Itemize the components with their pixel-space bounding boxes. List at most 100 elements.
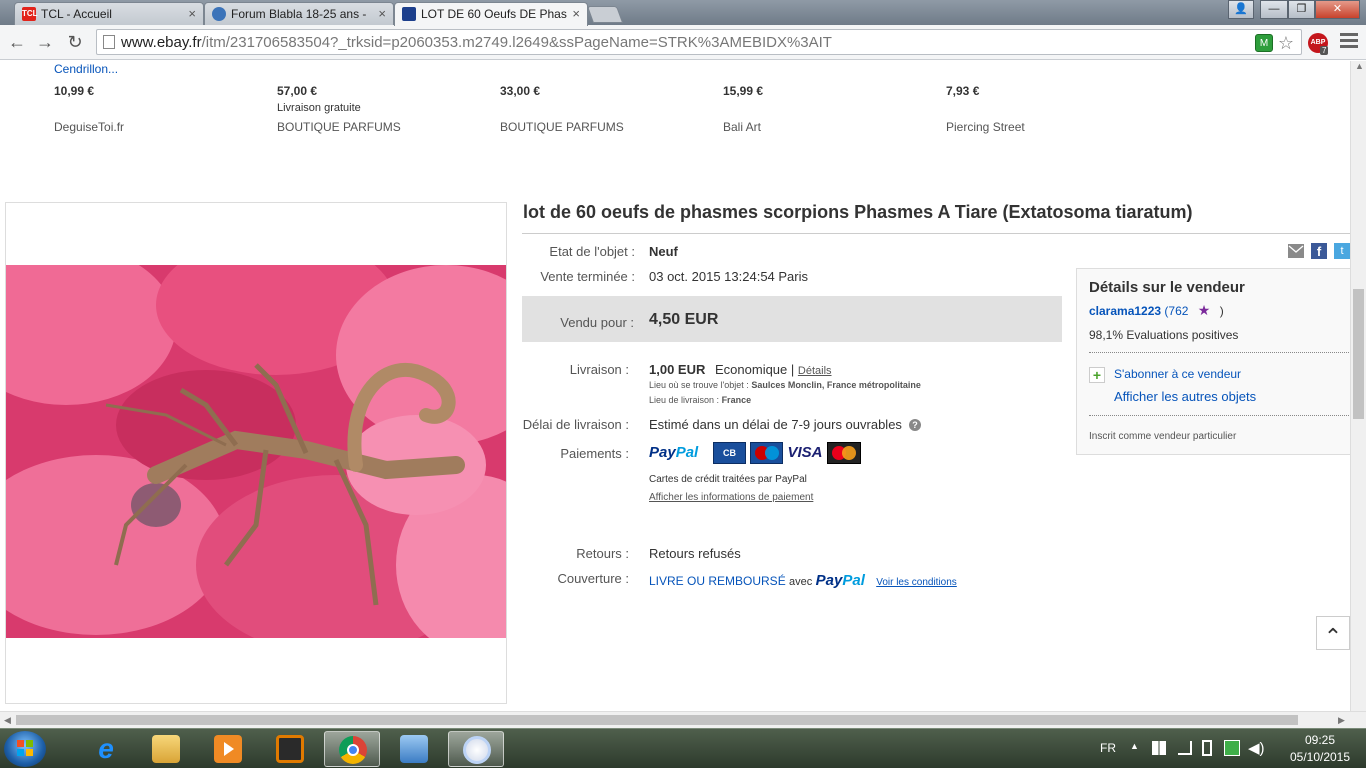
shipping-price: 1,00 EUR (649, 362, 706, 377)
similar-item-seller: Piercing Street (946, 120, 1025, 134)
forum-favicon-icon (212, 7, 226, 21)
similar-items-row: Cendrillon... 10,99 € DeguiseToi.fr 57,0… (0, 61, 1350, 141)
twitter-icon[interactable]: t (1334, 243, 1350, 259)
address-bar[interactable]: www.ebay.fr/itm/231706583504?_trksid=p20… (96, 29, 1302, 55)
volume-icon[interactable]: ◀) (1248, 739, 1265, 757)
network-signal-icon[interactable] (1178, 741, 1192, 755)
cb-card-logo: CB (713, 442, 746, 464)
forward-button[interactable]: → (34, 31, 56, 53)
windows-taskbar: e FR ▲ ◀) 09:25 05/10/2015 (0, 728, 1366, 768)
similar-item-seller: BOUTIQUE PARFUMS (277, 120, 401, 134)
minimize-button[interactable]: — (1260, 0, 1288, 19)
tab-tcl[interactable]: TCL TCL - Accueil × (14, 2, 204, 25)
payment-info-link[interactable]: Afficher les informations de paiement (649, 492, 813, 503)
tab-close-icon[interactable]: × (572, 6, 580, 21)
windows-flag-tray-icon[interactable] (1152, 741, 1166, 755)
start-button[interactable] (4, 731, 46, 767)
tab-close-icon[interactable]: × (378, 6, 386, 21)
page-viewport: Cendrillon... 10,99 € DeguiseToi.fr 57,0… (0, 61, 1350, 711)
system-tray: FR ▲ ◀) 09:25 05/10/2015 (1090, 729, 1366, 768)
item-title: lot de 60 oeufs de phasmes scorpions Pha… (523, 202, 1193, 222)
horizontal-scrollbar[interactable]: ◀ ▶ (0, 711, 1366, 728)
remote-desktop-taskbar-icon[interactable] (386, 731, 442, 767)
email-icon[interactable] (1288, 244, 1304, 258)
extension-shield-icon[interactable]: M (1255, 34, 1273, 52)
similar-item-seller: DeguiseToi.fr (54, 120, 125, 134)
scroll-up-arrow-icon[interactable]: ▲ (1355, 61, 1364, 71)
tcl-favicon-icon: TCL (22, 7, 38, 21)
similar-item-seller: BOUTIQUE PARFUMS (500, 120, 624, 134)
back-button[interactable]: ← (6, 31, 28, 53)
tab-forum[interactable]: Forum Blabla 18-25 ans - × (204, 2, 394, 25)
scroll-left-arrow-icon[interactable]: ◀ (4, 715, 11, 726)
delay-label: Délai de livraison : (522, 417, 629, 432)
visa-card-logo: VISA (787, 444, 823, 461)
returns-value: Retours refusés (649, 546, 741, 561)
returns-label: Retours : (576, 546, 629, 561)
ended-value: 03 oct. 2015 13:24:54 Paris (649, 269, 809, 284)
clock-date[interactable]: 05/10/2015 (1280, 750, 1360, 764)
filezilla-taskbar-icon[interactable] (262, 731, 318, 767)
shipping-details-link[interactable]: Détails (798, 365, 832, 377)
item-location-line: Lieu où se trouve l'objet : Saulces Monc… (649, 380, 921, 390)
itunes-taskbar-icon[interactable] (448, 731, 504, 767)
sold-price-band: Vendu pour : 4,50 EUR (522, 296, 1062, 342)
maximize-button[interactable]: ❐ (1288, 0, 1315, 19)
green-app-tray-icon[interactable] (1224, 740, 1240, 756)
page-icon (103, 35, 115, 49)
seller-feedback-score[interactable]: (762 (1164, 304, 1188, 318)
bookmark-star-icon[interactable]: ☆ (1277, 34, 1295, 52)
vertical-scrollbar[interactable]: ▲ (1350, 61, 1366, 711)
chrome-taskbar-icon[interactable] (324, 731, 380, 767)
file-explorer-taskbar-icon[interactable] (138, 731, 194, 767)
scroll-right-arrow-icon[interactable]: ▶ (1338, 715, 1345, 726)
plus-icon[interactable]: + (1089, 367, 1105, 383)
coverage-label: Couverture : (557, 571, 629, 586)
subscribe-seller-link[interactable]: S'abonner à ce vendeur (1114, 367, 1241, 381)
language-indicator[interactable]: FR (1100, 741, 1116, 755)
battery-icon[interactable] (1202, 740, 1212, 756)
tab-title: Forum Blabla 18-25 ans - (231, 7, 367, 21)
coverage-conditions-link[interactable]: Voir les conditions (876, 577, 957, 588)
help-icon[interactable]: ? (909, 419, 921, 431)
close-window-button[interactable]: ✕ (1315, 0, 1360, 19)
new-tab-button[interactable] (586, 6, 624, 23)
seller-other-items-link[interactable]: Afficher les autres objets (1114, 389, 1256, 404)
coverage-text: LIVRE OU REMBOURSÉ (649, 574, 786, 588)
reload-button[interactable]: ↻ (64, 31, 86, 53)
seller-name-link[interactable]: clarama1223 (1089, 304, 1161, 318)
similar-item-price: 57,00 € (277, 84, 318, 98)
similar-item-price: 15,99 € (723, 84, 764, 98)
similar-item-title[interactable]: Cendrillon... (54, 62, 118, 76)
clock-time[interactable]: 09:25 (1280, 733, 1360, 747)
seller-details-box: Détails sur le vendeur clarama1223 (762 … (1076, 268, 1350, 455)
media-player-taskbar-icon[interactable] (200, 731, 256, 767)
vertical-scroll-thumb[interactable] (1353, 289, 1364, 419)
sold-label: Vendu pour : (560, 315, 634, 330)
delay-value: Estimé dans un délai de 7-9 jours ouvrab… (649, 417, 902, 432)
condition-value: Neuf (649, 244, 678, 259)
abp-count-badge: 7 (1320, 46, 1329, 55)
item-photo[interactable] (6, 265, 506, 638)
url-text[interactable]: www.ebay.fr/itm/231706583504?_trksid=p20… (121, 34, 832, 51)
seller-positive-rating: 98,1% Evaluations positives (1089, 328, 1239, 342)
title-divider (522, 233, 1350, 234)
internet-explorer-taskbar-icon[interactable]: e (78, 731, 134, 767)
tab-title: TCL - Accueil (41, 7, 112, 21)
similar-item-price: 7,93 € (946, 84, 980, 98)
horizontal-scroll-thumb[interactable] (16, 715, 1298, 725)
shipping-line: 1,00 EUR Economique | Détails (649, 362, 832, 377)
chrome-menu-icon[interactable] (1340, 33, 1358, 51)
shipping-label: Livraison : (569, 362, 629, 377)
facebook-icon[interactable]: f (1311, 243, 1327, 259)
user-profile-icon[interactable]: 👤 (1228, 0, 1254, 19)
payments-note: Cartes de crédit traitées par PayPal (649, 474, 807, 485)
payments-label: Paiements : (560, 446, 629, 461)
back-to-top-button[interactable]: ⌃ (1316, 616, 1350, 650)
tab-close-icon[interactable]: × (188, 6, 196, 21)
tab-title: LOT DE 60 Oeufs DE Phas (421, 7, 567, 21)
show-hidden-icons-icon[interactable]: ▲ (1130, 741, 1139, 751)
tab-ebay[interactable]: LOT DE 60 Oeufs DE Phas × (394, 2, 588, 26)
browser-toolbar: ← → ↻ www.ebay.fr/itm/231706583504?_trks… (0, 25, 1366, 60)
ebay-favicon-icon (402, 7, 416, 21)
